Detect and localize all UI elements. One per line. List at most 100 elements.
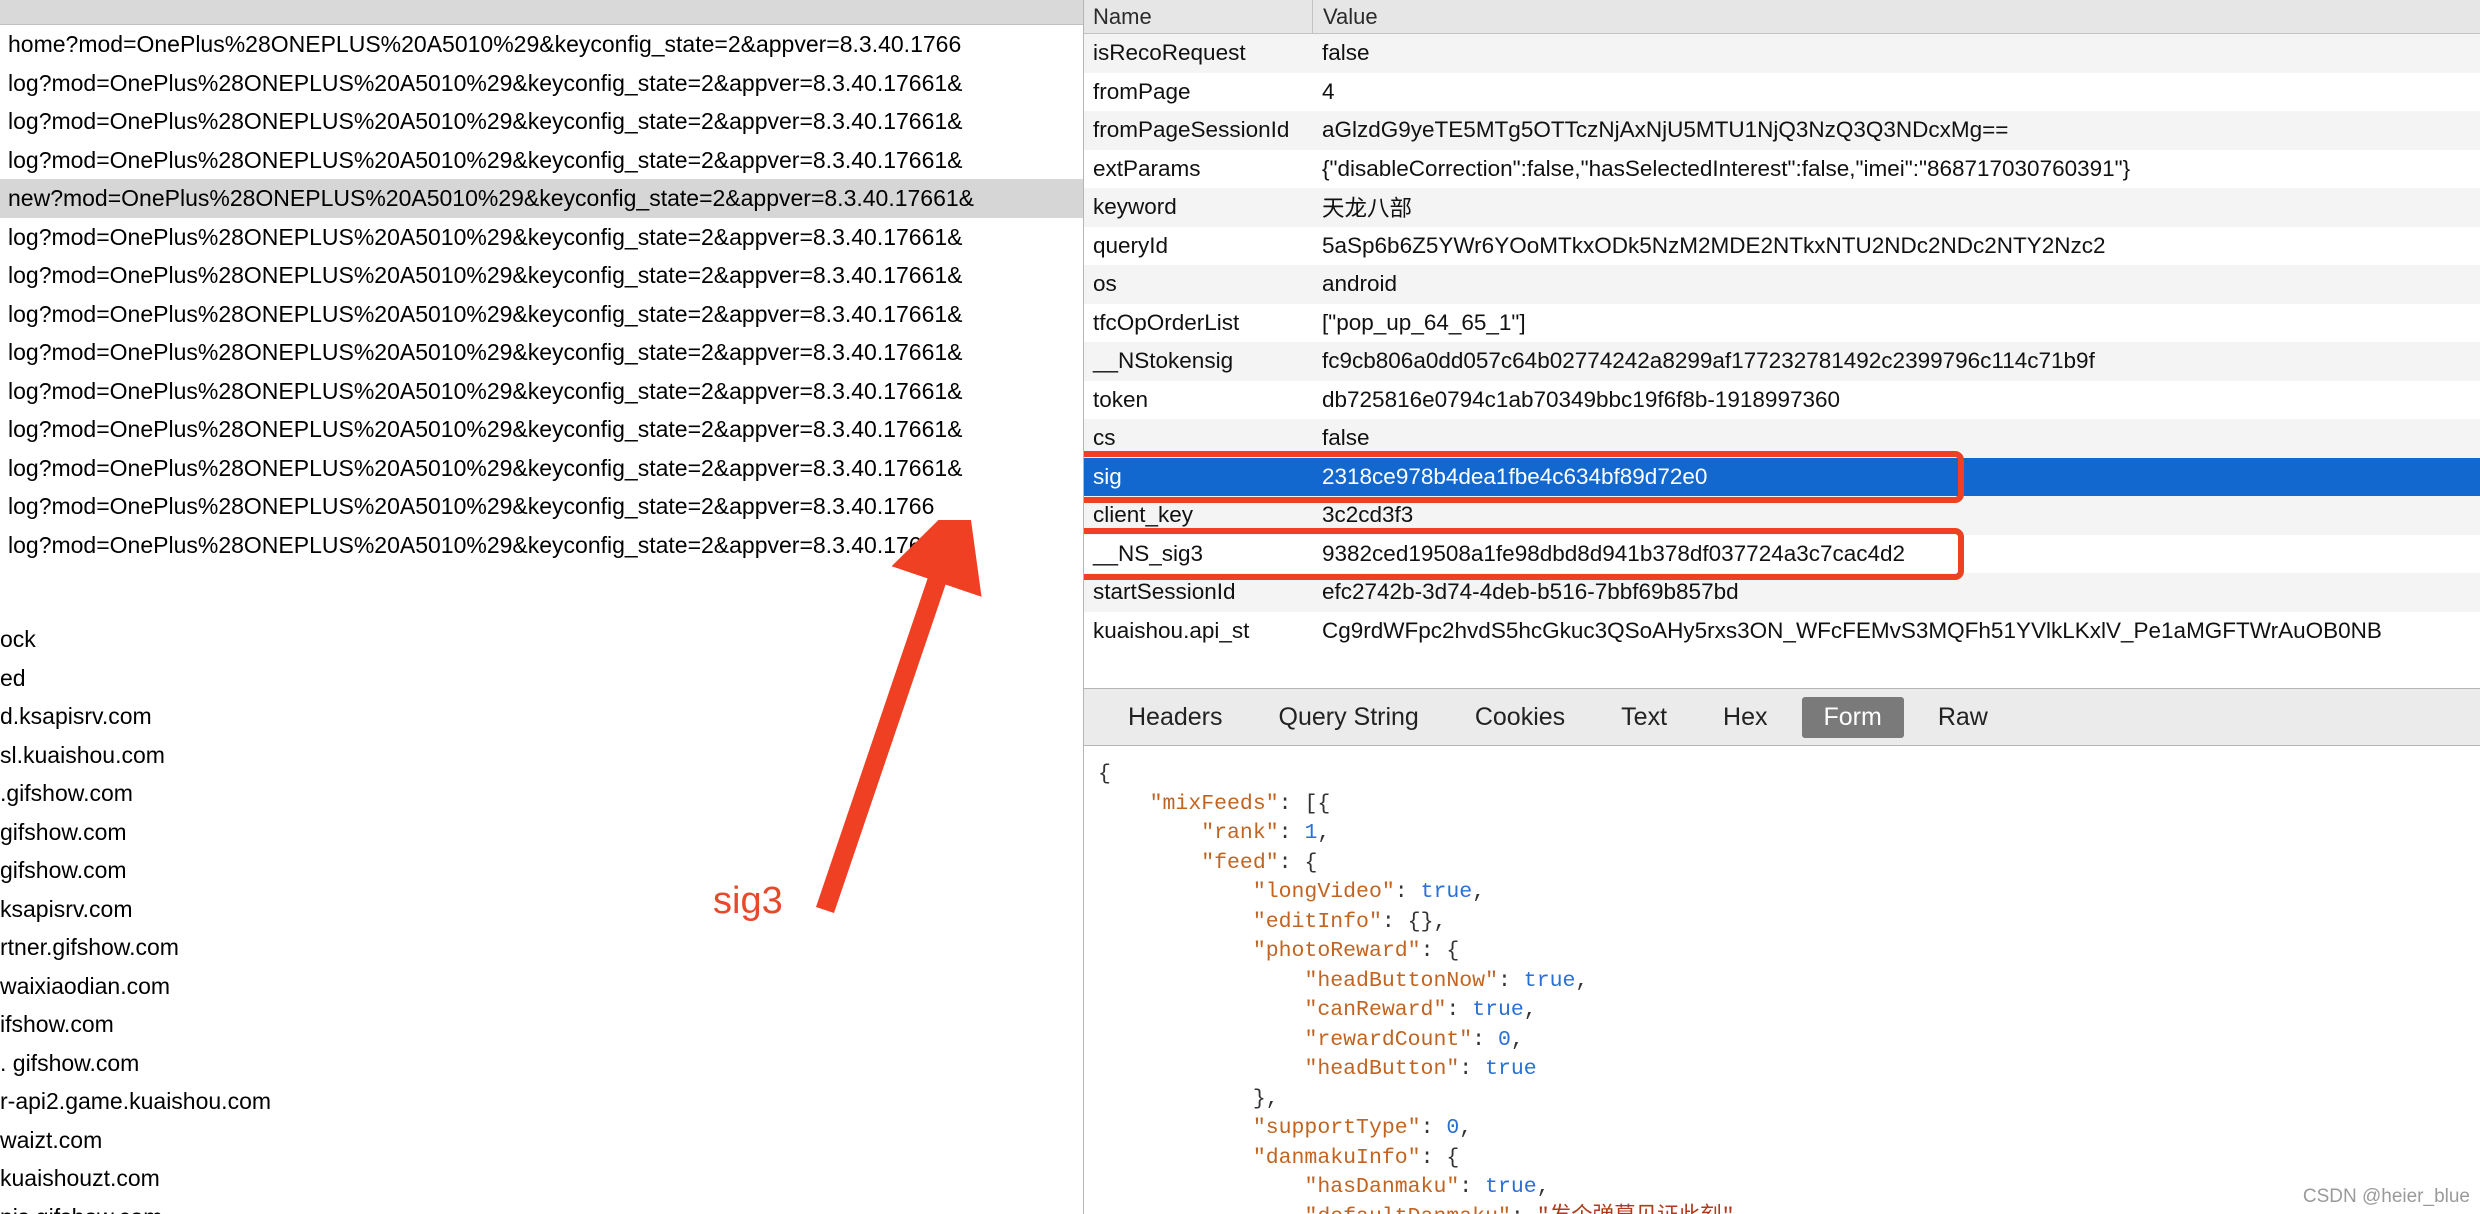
- session-row[interactable]: log?mod=OnePlus%28ONEPLUS%20A5010%29&key…: [0, 371, 1083, 410]
- table-row[interactable]: queryId 5aSp6b6Z5YWr6YOoMTkxODk5NzM2MDE2N…: [1084, 226, 2480, 265]
- row-value: android: [1322, 271, 1398, 297]
- table-row[interactable]: keyword 天龙八部: [1084, 188, 2480, 227]
- session-row[interactable]: log?mod=OnePlus%28ONEPLUS%20A5010%29&key…: [0, 140, 1083, 179]
- host-row[interactable]: d.ksapisrv.com: [0, 697, 680, 736]
- host-list[interactable]: ock ed d.ksapisrv.com sl.kuaishou.com .gifsh…: [0, 620, 680, 1214]
- host-row[interactable]: ock: [0, 620, 680, 659]
- table-row[interactable]: extParams {"disableCorrection":false,"has…: [1084, 149, 2480, 188]
- host-row[interactable]: . gifshow.com: [0, 1044, 680, 1083]
- host-row[interactable]: rtner.gifshow.com: [0, 928, 680, 967]
- form-body-json[interactable]: { "mixFeeds": [{ "rank": 1, "feed": { "l…: [1084, 746, 2480, 1214]
- row-name: startSessionId: [1093, 579, 1236, 605]
- sessions-header-bar: [0, 0, 1083, 25]
- session-row[interactable]: log?mod=OnePlus%28ONEPLUS%20A5010%29&key…: [0, 294, 1083, 333]
- host-row[interactable]: ifshow.com: [0, 1005, 680, 1044]
- json-line: "editInfo": {},: [1252, 909, 1447, 934]
- kv-table-header: Name Value: [1084, 0, 2480, 34]
- session-row[interactable]: log?mod=OnePlus%28ONEPLUS%20A5010%29&key…: [0, 410, 1083, 449]
- row-value: 天龙八部: [1322, 196, 1413, 222]
- json-line: },: [1098, 1086, 1279, 1111]
- row-value: 3c2cd3f3: [1322, 502, 1414, 528]
- host-row[interactable]: r-api2.game.kuaishou.com: [0, 1082, 680, 1121]
- inspector-pane[interactable]: Name Value isRecoRequest false fromPage 4 fr…: [1083, 0, 2480, 1214]
- host-row[interactable]: gifshow.com: [0, 813, 680, 852]
- json-line: "supportType": 0,: [1252, 1116, 1473, 1140]
- table-row[interactable]: __NStokensig fc9cb806a0dd057c64b02774242a…: [1084, 342, 2480, 381]
- host-row[interactable]: waizt.com: [0, 1121, 680, 1160]
- tab-hex[interactable]: Hex: [1701, 697, 1789, 738]
- tab-headers[interactable]: Headers: [1106, 697, 1245, 738]
- table-row[interactable]: tfcOpOrderList ["pop_up_64_65_1"]: [1084, 303, 2480, 342]
- row-name: kuaishou.api_st: [1093, 617, 1250, 643]
- host-row[interactable]: .gifshow.com: [0, 774, 680, 813]
- session-row[interactable]: log?mod=OnePlus%28ONEPLUS%20A5010%29&key…: [0, 256, 1083, 295]
- table-row[interactable]: __NS_sig3 9382ced19508a1fe98dbd8d941b378d…: [1084, 534, 2480, 573]
- table-row[interactable]: os android: [1084, 265, 2480, 304]
- row-value: ["pop_up_64_65_1"]: [1322, 309, 1526, 335]
- session-row[interactable]: log?mod=OnePlus%28ONEPLUS%20A5010%29&key…: [0, 63, 1083, 102]
- session-row[interactable]: log?mod=OnePlus%28ONEPLUS%20A5010%29&key…: [0, 333, 1083, 372]
- tab-query-string[interactable]: Query String: [1257, 697, 1441, 738]
- row-name: __NS_sig3: [1093, 540, 1204, 566]
- table-row[interactable]: token db725816e0794c1ab70349bbc19f6f8b-19…: [1084, 380, 2480, 419]
- json-line: "hasDanmaku": true,: [1304, 1175, 1550, 1199]
- table-row[interactable]: kuaishou.api_st Cg9rdWFpc2hvdS5hcGkuc3QSo…: [1084, 611, 2480, 650]
- row-value: 5aSp6b6Z5YWr6YOoMTkxODk5NzM2MDE2NTkxNTU2…: [1322, 232, 2106, 258]
- json-line: "rank": 1,: [1201, 821, 1331, 845]
- row-value: {"disableCorrection":false,"hasSelectedI…: [1322, 155, 2131, 181]
- session-row[interactable]: log?mod=OnePlus%28ONEPLUS%20A5010%29&key…: [0, 525, 1083, 564]
- table-row[interactable]: fromPageSessionId aGlzdG9yeTE5MTg5OTTczNj…: [1084, 111, 2480, 150]
- row-value: false: [1322, 40, 1370, 66]
- host-row[interactable]: ed: [0, 659, 680, 698]
- json-line: "rewardCount": 0,: [1304, 1027, 1524, 1052]
- row-value: 9382ced19508a1fe98dbd8d941b378df037724a3…: [1322, 540, 1906, 566]
- session-row[interactable]: log?mod=OnePlus%28ONEPLUS%20A5010%29&key…: [0, 487, 1083, 526]
- row-name: fromPage: [1093, 78, 1191, 104]
- table-row[interactable]: sig 2318ce978b4dea1fbe4c634bf89d72e0: [1084, 457, 2480, 496]
- host-row[interactable]: sl.kuaishou.com: [0, 736, 680, 775]
- table-row[interactable]: client_key 3c2cd3f3: [1084, 496, 2480, 535]
- row-name: __NStokensig: [1093, 348, 1234, 374]
- sessions-pane[interactable]: home?mod=OnePlus%28ONEPLUS%20A5010%29&ke…: [0, 0, 1083, 1214]
- row-name: sig: [1093, 463, 1122, 489]
- host-row[interactable]: kuaishouzt.com: [0, 1159, 680, 1198]
- tab-text[interactable]: Text: [1599, 697, 1689, 738]
- row-name: extParams: [1093, 155, 1201, 181]
- table-row[interactable]: isRecoRequest false: [1084, 34, 2480, 73]
- json-line: "headButton": true: [1304, 1057, 1537, 1081]
- row-value: efc2742b-3d74-4deb-b516-7bbf69b857bd: [1322, 579, 1739, 605]
- table-row[interactable]: startSessionId efc2742b-3d74-4deb-b516-7b…: [1084, 573, 2480, 612]
- host-row[interactable]: waixiaodian.com: [0, 967, 680, 1006]
- session-row[interactable]: log?mod=OnePlus%28ONEPLUS%20A5010%29&key…: [0, 102, 1083, 141]
- tab-form[interactable]: Form: [1801, 696, 1904, 738]
- row-name: queryId: [1093, 232, 1169, 258]
- session-row[interactable]: log?mod=OnePlus%28ONEPLUS%20A5010%29&key…: [0, 217, 1083, 256]
- tab-raw[interactable]: Raw: [1916, 697, 2010, 738]
- json-line: "mixFeeds": [{: [1149, 791, 1331, 816]
- kv-table-body[interactable]: isRecoRequest false fromPage 4 fromPageSessi…: [1084, 34, 2480, 650]
- session-row[interactable]: home?mod=OnePlus%28ONEPLUS%20A5010%29&ke…: [0, 25, 1083, 64]
- row-value: 2318ce978b4dea1fbe4c634bf89d72e0: [1322, 463, 1708, 489]
- column-header-value: Value: [1312, 0, 2480, 33]
- row-value: aGlzdG9yeTE5MTg5OTTczNjAxNjU5MTU1NjQ3NzQ…: [1322, 117, 2009, 143]
- json-line: "danmakuInfo": {: [1252, 1145, 1460, 1170]
- json-line: "feed": {: [1201, 850, 1318, 875]
- session-row[interactable]: log?mod=OnePlus%28ONEPLUS%20A5010%29&key…: [0, 448, 1083, 487]
- sessions-list[interactable]: home?mod=OnePlus%28ONEPLUS%20A5010%29&ke…: [0, 25, 1083, 564]
- session-row[interactable]: new?mod=OnePlus%28ONEPLUS%20A5010%29&key…: [0, 179, 1083, 218]
- row-name: keyword: [1093, 194, 1177, 220]
- tab-cookies[interactable]: Cookies: [1453, 697, 1587, 738]
- inspector-tabs[interactable]: Headers Query String Cookies Text Hex Form Raw: [1084, 688, 2480, 746]
- host-row[interactable]: pjs.gifshow.com: [0, 1198, 680, 1214]
- json-line: {: [1098, 762, 1111, 786]
- row-value: Cg9rdWFpc2hvdS5hcGkuc3QSoAHy5rxs3ON_WFcF…: [1322, 617, 2382, 643]
- json-line: "longVideo": true,: [1252, 880, 1486, 904]
- row-value: 4: [1322, 78, 1335, 104]
- annotation-label-sig3: sig3: [713, 880, 783, 922]
- table-row[interactable]: cs false: [1084, 419, 2480, 458]
- table-row[interactable]: fromPage 4: [1084, 72, 2480, 111]
- host-row[interactable]: ksapisrv.com: [0, 890, 680, 929]
- host-row[interactable]: gifshow.com: [0, 851, 680, 890]
- json-line: "headButtonNow": true,: [1304, 968, 1589, 993]
- json-line: "canReward": true,: [1304, 998, 1537, 1022]
